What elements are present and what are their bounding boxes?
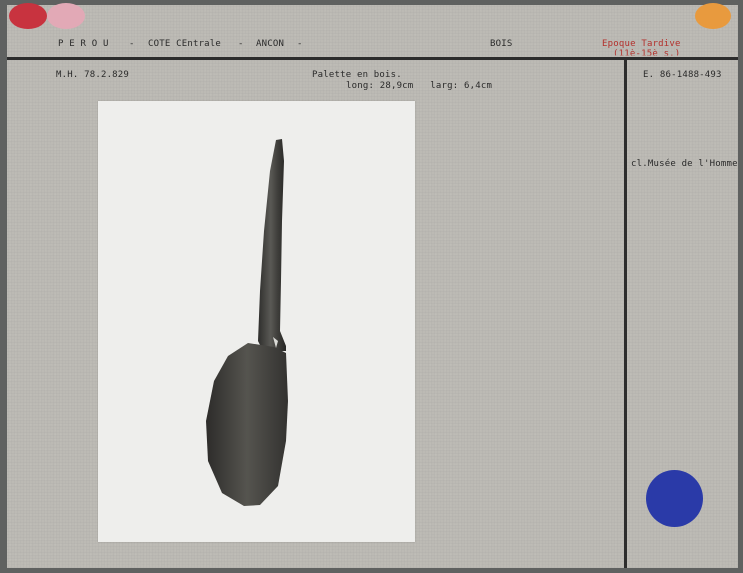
header-country: P E R O U xyxy=(58,39,109,49)
inventory-number: M.H. 78.2.829 xyxy=(56,70,130,80)
blue-marker-dot xyxy=(646,470,703,527)
header-period: Epoque Tardive xyxy=(602,39,681,49)
side-column-divider xyxy=(624,60,627,568)
header-divider xyxy=(7,57,738,60)
red-tab-dot xyxy=(9,3,47,29)
wooden-paddle-icon xyxy=(206,139,288,506)
header-separator: - xyxy=(129,39,135,49)
header-separator: - xyxy=(297,39,303,49)
photo-number: E. 86-1488-493 xyxy=(643,70,722,80)
orange-tab-dot xyxy=(695,3,731,29)
header-region: COTE CEntrale xyxy=(148,39,222,49)
pink-tab-dot xyxy=(47,3,85,29)
object-photograph xyxy=(98,101,415,542)
object-dimensions: long: 28,9cm larg: 6,4cm xyxy=(346,81,493,91)
object-title: Palette en bois. xyxy=(312,70,402,80)
header-site: ANCON xyxy=(256,39,285,49)
catalog-card: P E R O U - COTE CEntrale - ANCON - BOIS… xyxy=(7,3,738,568)
photo-credit: cl.Musée de l'Homme xyxy=(631,159,738,169)
header-material: BOIS xyxy=(490,39,513,49)
header-separator: - xyxy=(238,39,244,49)
